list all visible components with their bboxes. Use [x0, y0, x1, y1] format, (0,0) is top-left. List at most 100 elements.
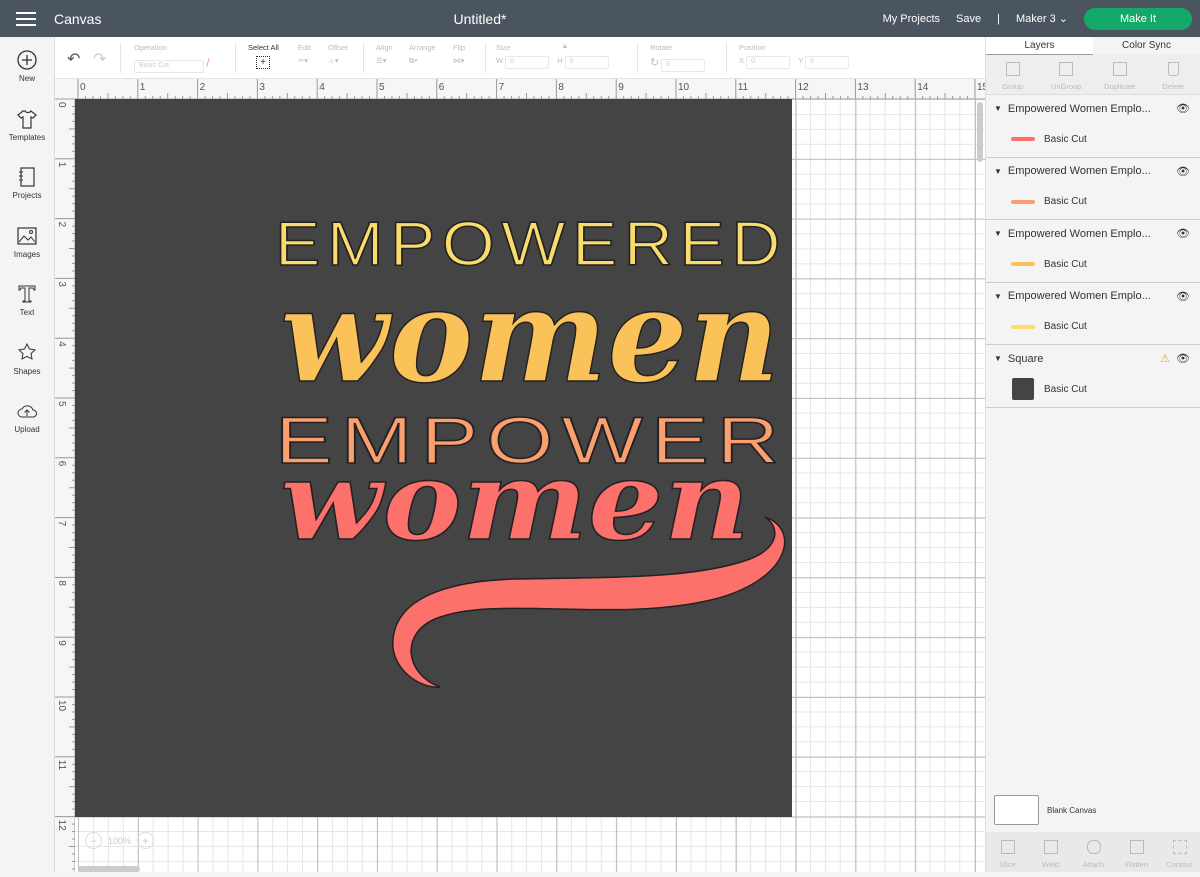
ungroup-button[interactable]: UnGroup [1040, 55, 1094, 94]
tshirt-icon [16, 108, 38, 130]
arrange-button[interactable]: Arrange⧉▾ [409, 43, 436, 66]
sidebar-item-projects[interactable]: Projects [0, 154, 54, 213]
ruler-label: 11 [56, 760, 67, 771]
layer-thumbnail [1010, 253, 1036, 275]
sidebar-item-text[interactable]: Text [0, 271, 54, 330]
offset-button[interactable]: Offset☼▾ [328, 43, 348, 65]
tab-color-sync[interactable]: Color Sync [1093, 37, 1200, 55]
eye-icon[interactable]: 👁︎ [1176, 165, 1190, 178]
divider: | [997, 13, 1000, 25]
edit-button[interactable]: Edit✂▾ [298, 43, 311, 65]
sidebar-label: Text [20, 308, 35, 317]
layer-operation[interactable]: Basic Cut [1010, 316, 1087, 338]
collapse-arrow-icon[interactable]: ▼ [994, 229, 1002, 238]
ruler-label: 8 [56, 580, 67, 586]
layer-item[interactable]: ▼Square⚠👁︎Basic Cut [986, 345, 1200, 408]
ruler-label: 9 [56, 640, 67, 646]
collapse-arrow-icon[interactable]: ▼ [994, 292, 1002, 301]
design-canvas[interactable]: EMPOWERED women EMPOWER women − 100% + [75, 99, 985, 872]
layer-operation-label: Basic Cut [1044, 196, 1087, 207]
slice-label: Slice [999, 860, 1015, 869]
layer-item[interactable]: ▼ Empowered Women Emplo...👁︎ Basic Cut [986, 220, 1200, 283]
zoom-out-button[interactable]: − [85, 832, 102, 849]
layer-name: Empowered Women Emplo... [1008, 165, 1176, 177]
redo-icon[interactable]: ↷ [93, 49, 106, 69]
eye-icon[interactable]: 👁︎ [1176, 352, 1190, 365]
attach-button[interactable]: Attach [1072, 832, 1115, 872]
delete-button[interactable]: Delete [1147, 55, 1200, 94]
layer-operation[interactable]: Basic Cut [1010, 128, 1087, 150]
contour-button[interactable]: Contour [1158, 832, 1200, 872]
layers-panel: Layers Color Sync Group UnGroup Duplicat… [985, 37, 1200, 872]
sidebar-item-new[interactable]: New [0, 37, 54, 96]
save-button[interactable]: Save [956, 13, 981, 25]
x-input[interactable]: 0 [746, 56, 790, 69]
collapse-arrow-icon[interactable]: ▼ [994, 167, 1002, 176]
weld-button[interactable]: Weld [1029, 832, 1072, 872]
eye-icon[interactable]: 👁︎ [1176, 102, 1190, 115]
operation-label: Operation [134, 43, 209, 52]
sidebar-item-upload[interactable]: Upload [0, 388, 54, 447]
design-artwork[interactable]: EMPOWERED women EMPOWER women [75, 99, 792, 817]
machine-select[interactable]: Maker 3 ⌄ [1016, 12, 1068, 25]
layer-operation-label: Basic Cut [1044, 134, 1087, 145]
ruler-label: 8 [558, 82, 564, 93]
duplicate-button[interactable]: Duplicate [1093, 55, 1147, 94]
sidebar-item-templates[interactable]: Templates [0, 96, 54, 155]
flip-button[interactable]: Flip⋈▾ [453, 43, 465, 65]
ruler-label: 0 [80, 82, 86, 93]
blank-canvas-toggle[interactable]: Blank Canvas [994, 795, 1096, 825]
layer-operation[interactable]: Basic Cut [1010, 253, 1087, 275]
women-script-text-1[interactable]: women [280, 259, 780, 412]
contour-icon [1173, 840, 1187, 854]
lock-icon[interactable]: 🔒︎ [563, 41, 567, 51]
edit-toolbar: ↶ ↷ Operation Basic Cut / Select All+ Edi… [55, 37, 985, 79]
operation-select[interactable]: Basic Cut [134, 60, 204, 73]
flip-icon: ⋈▾ [453, 56, 464, 65]
ruler-label: 3 [56, 281, 67, 287]
eye-icon[interactable]: 👁︎ [1176, 290, 1190, 303]
slice-button[interactable]: Slice [986, 832, 1029, 872]
layer-item[interactable]: ▼Empowered Women Emplo...👁︎Basic Cut [986, 95, 1200, 158]
collapse-arrow-icon[interactable]: ▼ [994, 104, 1002, 113]
vertical-scrollbar[interactable] [977, 102, 983, 162]
layer-operation[interactable]: Basic Cut [1010, 378, 1087, 400]
paperclip-icon [1087, 840, 1101, 854]
layer-operation[interactable]: Basic Cut [1010, 191, 1087, 213]
zoom-in-button[interactable]: + [137, 832, 154, 849]
pen-color-icon[interactable]: / [206, 56, 209, 70]
sidebar-item-images[interactable]: Images [0, 213, 54, 272]
group-button[interactable]: Group [986, 55, 1040, 94]
position-label: Position [739, 43, 849, 52]
duplicate-icon [1113, 62, 1127, 76]
warning-icon[interactable]: ⚠ [1160, 352, 1170, 365]
height-label: H [557, 56, 562, 65]
sidebar-label: Upload [14, 425, 39, 434]
sidebar-item-shapes[interactable]: Shapes [0, 330, 54, 389]
blank-canvas-label: Blank Canvas [1047, 806, 1096, 815]
height-input[interactable]: 0 [565, 56, 609, 69]
flatten-button[interactable]: Flatten [1115, 832, 1158, 872]
ruler-label: 6 [439, 82, 445, 93]
my-projects-link[interactable]: My Projects [883, 13, 940, 25]
ruler-label: 12 [798, 82, 810, 93]
text-icon [16, 283, 38, 305]
y-input[interactable]: 0 [805, 56, 849, 69]
offset-label: Offset [328, 43, 348, 52]
make-it-button[interactable]: Make It [1084, 8, 1192, 30]
eye-icon[interactable]: 👁︎ [1176, 227, 1190, 240]
tab-layers[interactable]: Layers [986, 37, 1093, 55]
layer-name: Empowered Women Emplo... [1008, 228, 1176, 240]
horizontal-scrollbar[interactable] [78, 866, 140, 872]
select-all-icon: + [256, 56, 270, 69]
layer-item[interactable]: ▼Empowered Women Emplo...👁︎Basic Cut [986, 283, 1200, 346]
layer-thumbnail [1010, 378, 1036, 400]
select-all-button[interactable]: Select All+ [248, 43, 279, 69]
align-button[interactable]: Align☰▾ [376, 43, 393, 65]
collapse-arrow-icon[interactable]: ▼ [994, 354, 1002, 363]
women-script-text-2[interactable]: women [280, 436, 750, 565]
rotate-input[interactable]: 0 [661, 59, 705, 72]
width-input[interactable]: 0 [505, 56, 549, 69]
undo-icon[interactable]: ↶ [67, 49, 80, 69]
layer-item[interactable]: ▼ Empowered Women Emplo...👁︎ Basic Cut [986, 158, 1200, 221]
